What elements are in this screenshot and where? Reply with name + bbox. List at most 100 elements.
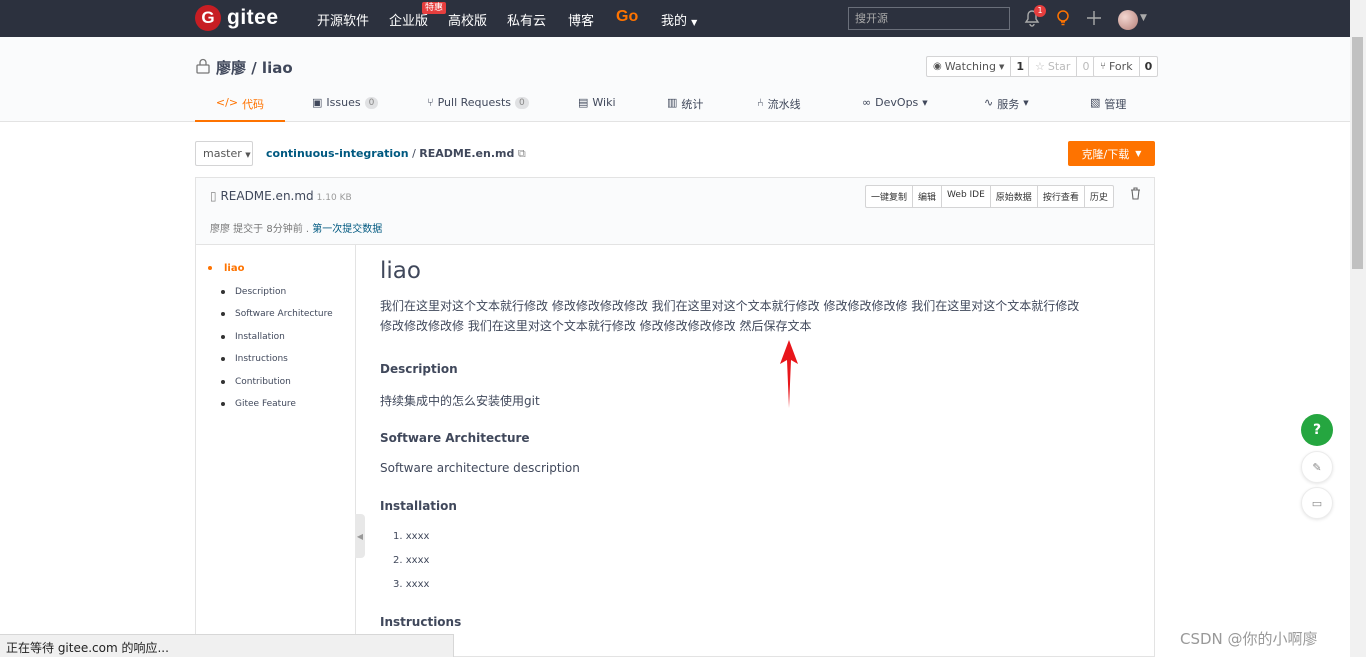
plus-icon[interactable] [1087,9,1101,27]
lightbulb-icon[interactable] [1056,9,1070,27]
comment-button[interactable]: ▭ [1301,487,1333,519]
tab-stats[interactable]: ▥ 统计 [667,92,703,122]
watch-label: Watching [944,60,996,73]
description-text: 持续集成中的怎么安装使用git [380,394,540,408]
toc-item-label: Contribution [235,377,291,387]
toc-item[interactable]: Instructions [221,354,288,364]
toc-item[interactable]: Contribution [221,377,291,387]
nav-blog[interactable]: 博客 [568,10,594,29]
watermark: CSDN @你的小啊廖 [1180,630,1318,648]
history-button[interactable]: 历史 [1083,186,1113,207]
heading-installation: Installation [380,499,457,513]
scrollbar-thumb[interactable] [1352,37,1363,269]
bullet-dot [221,289,225,294]
readme-intro-line2: 修改修改修改修 我们在这里对这个文本就行修改 修改修改修改修改 然后保存文本 [380,319,812,333]
toc-item[interactable]: Gitee Feature [221,399,296,409]
tab-code[interactable]: </> 代码 [195,92,285,122]
tab-code-label: 代码 [242,98,265,111]
bullet-dot [221,334,225,339]
edit-button[interactable]: 编辑 [912,186,941,207]
copy-all-button[interactable]: 一键复制 [866,186,912,207]
heading-description: Description [380,362,458,376]
pipeline-icon: ⑃ [757,96,764,109]
web-ide-button[interactable]: Web IDE [941,186,990,207]
commit-message-link[interactable]: 第一次提交数据 [312,224,382,235]
toc-item[interactable]: Description [221,287,286,297]
gitee-logo-icon: G [195,5,221,31]
breadcrumb: continuous-integration / README.en.md ⧉ [266,147,526,161]
toc-collapse-handle[interactable]: ◀ [355,514,365,558]
tab-manage[interactable]: ▧ 管理 [1090,92,1126,122]
file-size: 1.10 KB [316,193,352,203]
toc-item-label: Gitee Feature [235,399,296,409]
star-button[interactable]: ☆ Star 0 [1028,56,1096,77]
tab-wiki[interactable]: ▤ Wiki [578,92,616,122]
nav-me[interactable]: 我的 ▼ [661,10,697,29]
table-of-contents: liao Description Software Architecture I… [196,245,356,657]
nav-private-cloud[interactable]: 私有云 [507,10,546,29]
nav-university[interactable]: 高校版 [448,10,487,29]
list-item: 2. xxxx [393,555,430,566]
breadcrumb-dir[interactable]: continuous-integration [266,147,409,160]
pull-request-icon: ⑂ [427,96,434,109]
comment-icon: ▭ [1311,496,1323,510]
trash-icon[interactable] [1130,187,1141,200]
avatar-chevron-down-icon[interactable]: ▼ [1140,13,1147,23]
chevron-down-icon: ▼ [1135,149,1142,158]
toc-item-label: Installation [235,332,285,342]
tab-pipeline[interactable]: ⑃ 流水线 [757,92,801,122]
list-item-text: xxxx [405,579,430,590]
commit-prefix: 廖廖 提交于 8分钟前 . [210,224,310,235]
tab-pipeline-label: 流水线 [767,98,801,111]
star-count[interactable]: 0 [1076,57,1094,76]
tab-services[interactable]: ∿ 服务 ▼ [984,92,1029,122]
blame-button[interactable]: 按行查看 [1036,186,1084,207]
hot-badge: 特惠 [422,2,447,14]
file-header: ▯ README.en.md 1.10 KB 廖廖 提交于 8分钟前 . 第一次提… [196,178,1154,245]
toc-item[interactable]: liao [208,263,244,274]
avatar[interactable] [1118,10,1138,30]
watch-button[interactable]: ◉ Watching ▼ 1 [926,56,1031,77]
readme-content: liao 我们在这里对这个文本就行修改 修改修改修改修改 我们在这里对这个文本就… [380,258,1140,629]
nav-open-source[interactable]: 开源软件 [317,10,369,29]
search-input[interactable] [848,7,1010,30]
red-arrow-annotation [780,340,798,408]
repo-title[interactable]: 廖廖 / liao [216,57,293,78]
tab-devops[interactable]: ∞ DevOps ▼ [862,92,928,122]
bullet-dot [208,266,212,270]
browser-status-bar: 正在等待 gitee.com 的响应... [0,634,454,657]
tab-pull-requests[interactable]: ⑂ Pull Requests 0 [427,92,529,122]
raw-button[interactable]: 原始数据 [989,186,1037,207]
help-button[interactable]: ? [1301,414,1333,446]
toc-item[interactable]: Installation [221,332,285,342]
clone-download-button[interactable]: 克隆/下载 ▼ [1068,141,1155,166]
list-item-text: xxxx [405,531,430,542]
pr-count: 0 [515,97,529,109]
copy-icon[interactable]: ⧉ [518,147,526,160]
tab-issues-label: Issues [326,96,361,109]
tab-services-label: 服务 [997,98,1020,111]
fork-count[interactable]: 0 [1138,57,1158,76]
readme-title: liao [380,258,421,284]
watch-count[interactable]: 1 [1010,57,1029,76]
toc-item-label: Instructions [235,354,288,364]
toc-item[interactable]: Software Architecture [221,309,333,319]
bullet-dot [221,356,225,361]
nav-go[interactable]: Go [616,8,638,26]
readme-intro-line1: 我们在这里对这个文本就行修改 修改修改修改修改 我们在这里对这个文本就行修改 修… [380,299,1080,313]
question-icon: ? [1312,422,1322,438]
toc-item-label: Description [235,287,287,297]
commit-info: 廖廖 提交于 8分钟前 . 第一次提交数据 [210,220,382,235]
list-item: 3. xxxx [393,579,430,590]
tab-issues[interactable]: ▣ Issues 0 [312,92,379,122]
bullet-dot [221,311,225,316]
list-item-text: xxxx [405,555,430,566]
feedback-edit-button[interactable]: ✎ [1301,451,1333,483]
edit-icon: ✎ [1312,460,1322,474]
fork-button[interactable]: ⑂ Fork 0 [1093,56,1159,77]
chevron-down-icon: ▼ [999,62,1005,71]
clone-label: 克隆/下载 [1081,147,1130,161]
toc-item-label: Software Architecture [235,309,333,319]
gitee-logo[interactable]: G gitee [195,5,279,31]
branch-select[interactable]: master ▼ [195,141,253,166]
